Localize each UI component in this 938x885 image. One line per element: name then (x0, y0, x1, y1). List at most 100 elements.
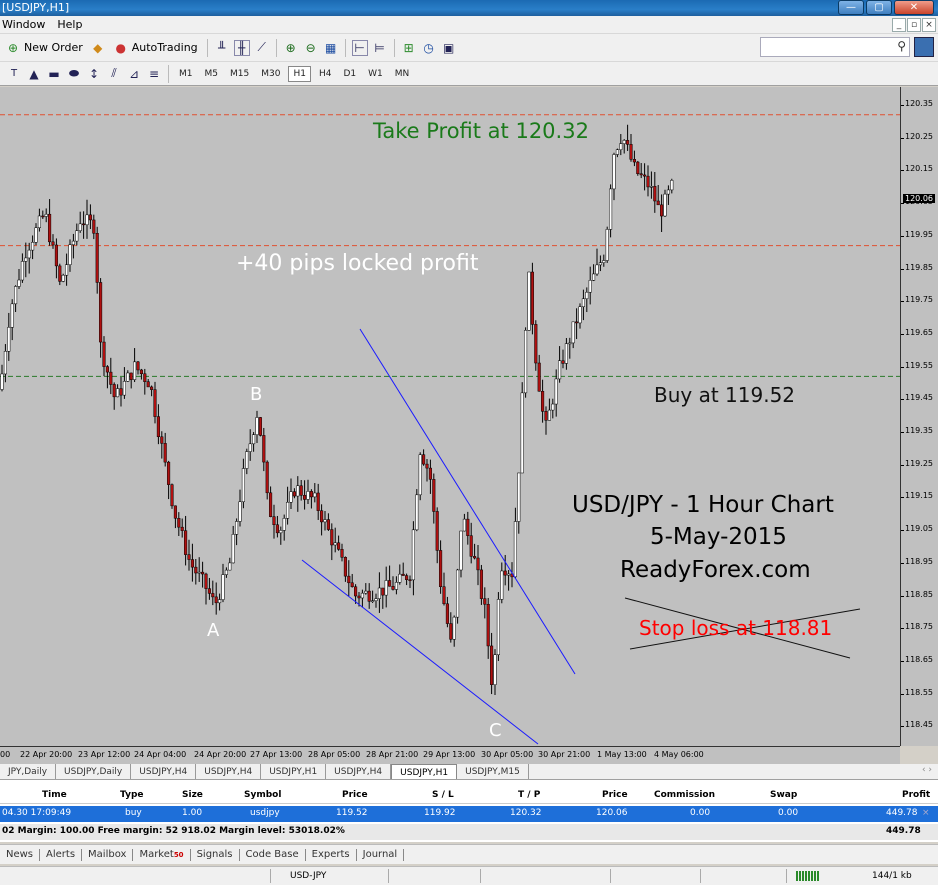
bull-candle (581, 298, 585, 308)
price-axis[interactable]: 120.35120.25120.15120.05119.95119.85119.… (900, 87, 938, 746)
chart-tab[interactable]: USDJPY,H4 (326, 764, 392, 779)
ellipse-icon[interactable]: ⬬ (66, 66, 82, 82)
tile-windows-icon[interactable]: ▦ (323, 40, 339, 56)
col-profit[interactable]: Profit (902, 790, 930, 800)
timeframe-h1[interactable]: H1 (288, 65, 311, 82)
periods-icon[interactable]: ◷ (421, 40, 437, 56)
bull-candle (10, 303, 14, 328)
timeframe-d1[interactable]: D1 (339, 67, 360, 81)
timeframe-m30[interactable]: M30 (257, 67, 284, 81)
autoscroll-icon[interactable]: ⊨ (372, 40, 388, 56)
order-sl: 119.92 (424, 808, 456, 818)
chart-canvas (0, 114, 900, 745)
bear-candle (95, 232, 99, 283)
autotrading-icon: ● (115, 40, 126, 55)
maximize-button[interactable]: ▢ (866, 0, 892, 15)
col-price[interactable]: Price (342, 790, 368, 800)
mdi-close-button[interactable]: × (922, 18, 936, 32)
menu-window[interactable]: Window (2, 16, 45, 33)
bull-candle (384, 580, 388, 596)
order-size: 1.00 (182, 808, 203, 818)
timeframe-m15[interactable]: M15 (226, 67, 253, 81)
col-tp[interactable]: T / P (518, 790, 540, 800)
zoom-in-icon[interactable]: ⊕ (283, 40, 299, 56)
gann-icon[interactable]: ⊿ (126, 66, 142, 82)
search-input[interactable]: ⚲ (760, 37, 910, 57)
new-order-button[interactable]: ⊕ New Order (2, 38, 86, 58)
tab-market[interactable]: Market50 (133, 848, 191, 861)
price-tick-mark (901, 432, 904, 433)
standard-toolbar: ⊕ New Order ◆ ● AutoTrading ╨ ╫ ⟋ ⊕ ⊖ ▦ … (0, 34, 938, 62)
tab-mailbox[interactable]: Mailbox (82, 848, 134, 861)
chart-tab[interactable]: USDJPY,H4 (131, 764, 197, 779)
connection-icon (796, 871, 820, 881)
line-chart-icon[interactable]: ⟋ (254, 40, 270, 56)
col-current-price[interactable]: Price (602, 790, 628, 800)
bear-candle (639, 173, 643, 176)
chart-tab[interactable]: USDJPY,M15 (457, 764, 529, 779)
rectangle-icon[interactable]: ▬ (46, 66, 62, 82)
mdi-restore-button[interactable]: ▫ (907, 18, 921, 32)
bear-candle (214, 596, 218, 604)
timeframe-m1[interactable]: M1 (175, 67, 197, 81)
price-chart[interactable]: Take Profit at 120.32 +40 pips locked pr… (0, 87, 900, 746)
col-type[interactable]: Type (120, 790, 143, 800)
chart-tab[interactable]: USDJPY,H4 (196, 764, 262, 779)
bar-chart-icon[interactable]: ╨ (214, 40, 230, 56)
chart-tab[interactable]: JPY,Daily (0, 764, 57, 779)
bear-candle (347, 575, 351, 584)
triangle-icon[interactable]: ▲ (26, 66, 42, 82)
col-symbol[interactable]: Symbol (244, 790, 281, 800)
candlestick-chart-icon[interactable]: ╫ (233, 39, 250, 56)
col-size[interactable]: Size (182, 790, 203, 800)
autotrading-button[interactable]: ● AutoTrading (110, 38, 201, 58)
timeframe-w1[interactable]: W1 (364, 67, 387, 81)
close-order-icon[interactable]: × (922, 808, 930, 818)
bull-candle (622, 140, 626, 144)
indicators-icon[interactable]: ⊞ (401, 40, 417, 56)
bull-candle (615, 149, 619, 155)
close-button[interactable]: ✕ (894, 0, 934, 15)
tab-journal[interactable]: Journal (357, 848, 405, 861)
zoom-out-icon[interactable]: ⊖ (303, 40, 319, 56)
tab-code-base[interactable]: Code Base (240, 848, 306, 861)
bear-candle (469, 535, 473, 557)
timeframe-h4[interactable]: H4 (315, 67, 336, 81)
community-icon[interactable] (914, 37, 934, 57)
col-commission[interactable]: Commission (654, 790, 715, 800)
mdi-minimize-button[interactable]: _ (892, 18, 906, 32)
metaeditor-icon[interactable]: ◆ (90, 40, 106, 56)
time-axis[interactable]: 00 22 Apr 20:00 23 Apr 12:00 24 Apr 04:00 24… (0, 746, 900, 764)
col-swap[interactable]: Swap (770, 790, 797, 800)
col-time[interactable]: Time (42, 790, 67, 800)
timeframe-m5[interactable]: M5 (201, 67, 223, 81)
text-tool-icon[interactable]: T (6, 66, 22, 82)
minimize-button[interactable]: — (838, 0, 864, 15)
tab-alerts[interactable]: Alerts (40, 848, 83, 861)
bull-candle (360, 592, 364, 599)
tab-signals[interactable]: Signals (191, 848, 240, 861)
col-sl[interactable]: S / L (432, 790, 454, 800)
chart-tab[interactable]: USDJPY,Daily (56, 764, 132, 779)
templates-icon[interactable]: ▣ (441, 40, 457, 56)
tab-news[interactable]: News (0, 848, 41, 861)
chart-shift-icon[interactable]: ⊢ (351, 39, 368, 56)
fibonacci-icon[interactable]: ≡ (146, 66, 162, 82)
bear-candle (275, 524, 279, 534)
bull-candle (218, 599, 222, 604)
tab-experts[interactable]: Experts (306, 848, 357, 861)
bear-candle (425, 463, 429, 469)
time-tick-label: 28 Apr 21:00 (366, 750, 419, 759)
chart-tab-active[interactable]: USDJPY,H1 (391, 764, 458, 779)
chart-tab[interactable]: USDJPY,H1 (261, 764, 327, 779)
arrows-icon[interactable]: ↕ (86, 66, 102, 82)
search-icon[interactable]: ⚲ (897, 39, 906, 53)
price-tick-label: 120.25 (905, 131, 933, 141)
tab-scroll-arrows[interactable]: ‹ › (922, 765, 932, 775)
timeframe-mn[interactable]: MN (391, 67, 414, 81)
menu-help[interactable]: Help (57, 16, 82, 33)
bull-candle (374, 598, 378, 601)
order-row[interactable]: 04.30 17:09:49 buy 1.00 usdjpy 119.52 11… (0, 806, 938, 822)
channel-icon[interactable]: ⫽ (106, 66, 122, 82)
price-tick-label: 119.45 (905, 393, 933, 403)
